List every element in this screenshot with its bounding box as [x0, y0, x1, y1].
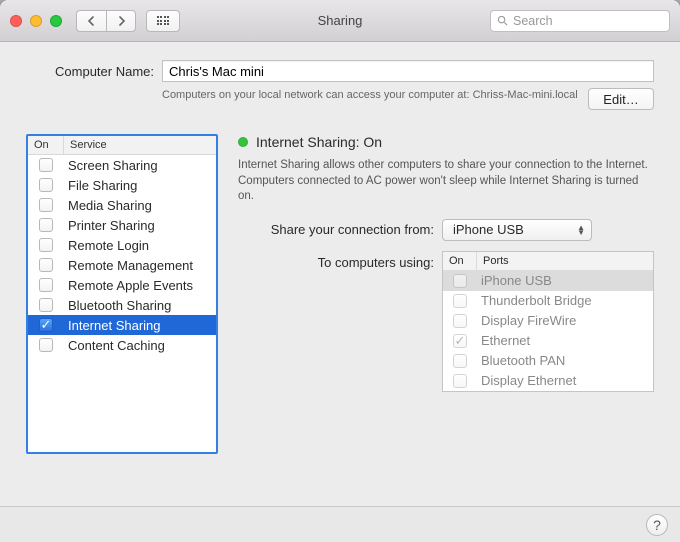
service-label: Remote Login: [64, 238, 216, 253]
zoom-window-button[interactable]: [50, 15, 62, 27]
port-label: Display FireWire: [477, 313, 653, 328]
service-row[interactable]: Remote Management: [28, 255, 216, 275]
share-from-label: Share your connection from:: [238, 222, 434, 237]
port-checkbox[interactable]: [453, 374, 467, 388]
nav-buttons: [76, 10, 136, 32]
service-row[interactable]: Screen Sharing: [28, 155, 216, 175]
port-label: Ethernet: [477, 333, 653, 348]
port-checkbox[interactable]: [453, 314, 467, 328]
edit-hostname-button[interactable]: Edit…: [588, 88, 654, 110]
service-checkbox[interactable]: [39, 198, 53, 212]
computer-name-label: Computer Name:: [26, 64, 154, 79]
window-controls: [10, 15, 62, 27]
service-checkbox[interactable]: [39, 298, 53, 312]
ports-table: On Ports iPhone USB Thunderbolt Bridge Dis…: [442, 251, 654, 392]
close-window-button[interactable]: [10, 15, 22, 27]
status-title: Internet Sharing: On: [256, 134, 382, 150]
ports-header: On Ports: [443, 252, 653, 271]
service-row[interactable]: File Sharing: [28, 175, 216, 195]
detail-area: Internet Sharing: On Internet Sharing al…: [238, 134, 654, 454]
to-computers-label: To computers using:: [238, 251, 434, 270]
search-field[interactable]: Search: [490, 10, 670, 32]
service-label: Bluetooth Sharing: [64, 298, 216, 313]
main-area: On Service Screen Sharing File Sharing Med…: [0, 134, 680, 470]
grid-icon: [157, 16, 170, 25]
service-row[interactable]: Bluetooth Sharing: [28, 295, 216, 315]
services-col-on: On: [28, 136, 64, 154]
titlebar: Sharing Search: [0, 0, 680, 42]
port-label: iPhone USB: [477, 273, 653, 288]
port-row[interactable]: iPhone USB: [443, 271, 653, 291]
share-from-dropdown[interactable]: iPhone USB ▲▼: [442, 219, 592, 241]
services-body[interactable]: Screen Sharing File Sharing Media Sharing P…: [28, 155, 216, 452]
service-row[interactable]: Printer Sharing: [28, 215, 216, 235]
minimize-window-button[interactable]: [30, 15, 42, 27]
service-label: Internet Sharing: [64, 318, 216, 333]
status-description: Internet Sharing allows other computers …: [238, 158, 654, 205]
port-checkbox[interactable]: [453, 354, 467, 368]
bottom-bar: ?: [0, 506, 680, 542]
port-row[interactable]: Display Ethernet: [443, 371, 653, 391]
content: Computer Name: Computers on your local n…: [0, 42, 680, 120]
updown-icon: ▲▼: [577, 225, 585, 235]
service-label: Remote Management: [64, 258, 216, 273]
ports-col-on: On: [443, 252, 477, 270]
computer-name-row: Computer Name:: [26, 60, 654, 82]
service-row[interactable]: Content Caching: [28, 335, 216, 355]
service-checkbox[interactable]: [39, 218, 53, 232]
port-row[interactable]: Bluetooth PAN: [443, 351, 653, 371]
service-row[interactable]: ✓ Internet Sharing: [28, 315, 216, 335]
service-checkbox[interactable]: [39, 338, 53, 352]
service-row[interactable]: Remote Apple Events: [28, 275, 216, 295]
service-checkbox[interactable]: [39, 238, 53, 252]
share-from-row: Share your connection from: iPhone USB ▲…: [238, 219, 654, 241]
port-checkbox[interactable]: [453, 274, 467, 288]
chevron-right-icon: [117, 16, 126, 26]
services-col-service: Service: [64, 136, 216, 154]
status-dot-icon: [238, 137, 248, 147]
port-label: Bluetooth PAN: [477, 353, 653, 368]
service-row[interactable]: Remote Login: [28, 235, 216, 255]
search-placeholder: Search: [513, 14, 553, 28]
search-icon: [497, 15, 508, 26]
services-table: On Service Screen Sharing File Sharing Med…: [26, 134, 218, 454]
service-checkbox[interactable]: [39, 258, 53, 272]
chevron-left-icon: [87, 16, 96, 26]
service-checkbox[interactable]: ✓: [39, 318, 53, 332]
service-checkbox[interactable]: [39, 178, 53, 192]
ports-row: To computers using: On Ports iPhone USB T…: [238, 251, 654, 392]
service-label: Content Caching: [64, 338, 216, 353]
service-checkbox[interactable]: [39, 158, 53, 172]
service-label: File Sharing: [64, 178, 216, 193]
info-row: Computers on your local network can acce…: [26, 88, 654, 110]
service-checkbox[interactable]: [39, 278, 53, 292]
access-info-text: Computers on your local network can acce…: [162, 88, 588, 102]
service-label: Media Sharing: [64, 198, 216, 213]
port-row[interactable]: ✓ Ethernet: [443, 331, 653, 351]
back-button[interactable]: [76, 10, 106, 32]
help-button[interactable]: ?: [646, 514, 668, 536]
ports-body[interactable]: iPhone USB Thunderbolt Bridge Display Fire…: [443, 271, 653, 391]
show-all-button[interactable]: [146, 10, 180, 32]
port-label: Display Ethernet: [477, 373, 653, 388]
service-label: Screen Sharing: [64, 158, 216, 173]
port-row[interactable]: Thunderbolt Bridge: [443, 291, 653, 311]
services-header: On Service: [28, 136, 216, 155]
ports-col-ports: Ports: [477, 252, 653, 270]
forward-button[interactable]: [106, 10, 136, 32]
service-label: Printer Sharing: [64, 218, 216, 233]
port-checkbox[interactable]: [453, 294, 467, 308]
computer-name-input[interactable]: [162, 60, 654, 82]
sharing-prefpane-window: Sharing Search Computer Name: Computers …: [0, 0, 680, 542]
port-row[interactable]: Display FireWire: [443, 311, 653, 331]
port-label: Thunderbolt Bridge: [477, 293, 653, 308]
share-from-value: iPhone USB: [453, 222, 524, 237]
service-label: Remote Apple Events: [64, 278, 216, 293]
status-row: Internet Sharing: On: [238, 134, 654, 150]
service-row[interactable]: Media Sharing: [28, 195, 216, 215]
port-checkbox[interactable]: ✓: [453, 334, 467, 348]
